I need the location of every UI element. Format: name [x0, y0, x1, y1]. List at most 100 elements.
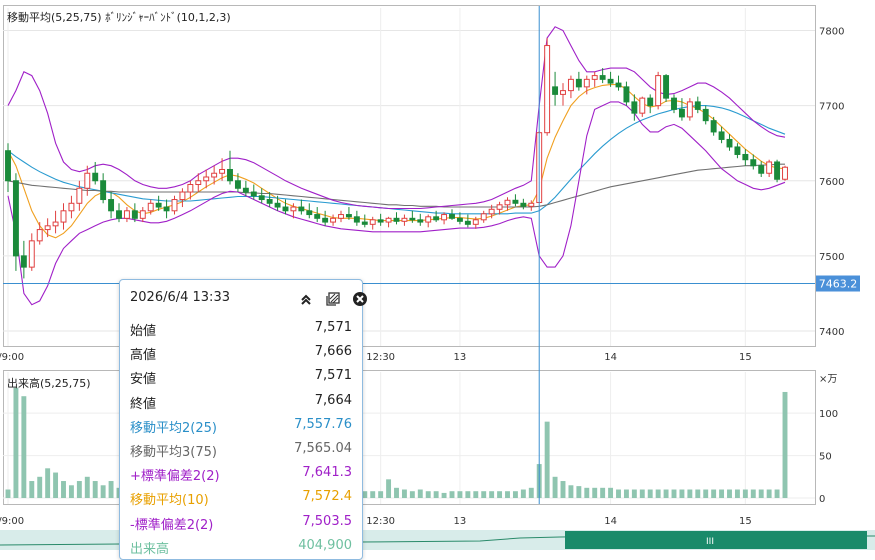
candle[interactable]	[663, 74, 670, 102]
candle[interactable]	[655, 71, 662, 110]
candle[interactable]	[68, 195, 75, 219]
volume-bar[interactable]	[21, 396, 27, 498]
volume-bar[interactable]	[552, 476, 558, 498]
volume-bar[interactable]	[29, 481, 35, 498]
candle[interactable]	[306, 203, 313, 219]
volume-bar[interactable]	[449, 491, 455, 498]
volume-bar[interactable]	[679, 489, 685, 498]
volume-bar[interactable]	[481, 491, 487, 498]
volume-bar[interactable]	[592, 487, 598, 498]
volume-bar[interactable]	[76, 481, 82, 498]
candle[interactable]	[623, 81, 630, 106]
volume-bar[interactable]	[647, 489, 653, 498]
candle[interactable]	[782, 165, 788, 181]
volume-bar[interactable]	[719, 489, 725, 498]
volume-bar[interactable]	[774, 489, 780, 498]
candle[interactable]	[552, 71, 559, 106]
volume-bar[interactable]	[703, 489, 709, 498]
volume-bar[interactable]	[520, 489, 526, 498]
candle[interactable]	[314, 207, 321, 223]
volume-bar[interactable]	[45, 468, 51, 498]
candle[interactable]	[449, 209, 455, 220]
candle[interactable]	[560, 83, 566, 106]
volume-bar[interactable]	[734, 489, 740, 498]
volume-bar[interactable]	[433, 491, 439, 498]
volume-bar[interactable]	[394, 487, 399, 498]
candle[interactable]	[766, 159, 773, 177]
volume-bar[interactable]	[386, 479, 392, 498]
stack-icon[interactable]	[325, 291, 341, 307]
candle[interactable]	[647, 94, 654, 114]
candle[interactable]	[179, 188, 186, 208]
volume-bar[interactable]	[663, 489, 669, 498]
volume-bar[interactable]	[560, 481, 566, 498]
candle[interactable]	[116, 203, 122, 223]
candle[interactable]	[139, 207, 146, 223]
candle[interactable]	[710, 116, 717, 136]
volume-bar[interactable]	[425, 491, 431, 498]
volume-bar[interactable]	[505, 491, 510, 498]
candle[interactable]	[353, 210, 360, 226]
candle[interactable]	[464, 214, 471, 228]
volume-bar[interactable]	[608, 487, 614, 498]
candle[interactable]	[575, 71, 582, 91]
volume-bar[interactable]	[631, 489, 637, 498]
candle[interactable]	[480, 210, 487, 223]
volume-bar[interactable]	[766, 489, 772, 498]
volume-bar[interactable]	[362, 491, 368, 498]
volume-bar[interactable]	[528, 487, 534, 498]
volume-bar[interactable]	[576, 486, 582, 498]
candle[interactable]	[242, 180, 249, 196]
candle[interactable]	[36, 222, 43, 245]
volume-bar[interactable]	[5, 489, 11, 498]
scroll-thumb[interactable]	[565, 531, 867, 549]
candle[interactable]	[330, 214, 337, 226]
candle[interactable]	[591, 71, 598, 87]
volume-bar[interactable]	[639, 489, 645, 498]
price-chart[interactable]	[5, 26, 788, 306]
candle[interactable]	[425, 214, 432, 228]
candle[interactable]	[702, 105, 709, 125]
candle[interactable]	[639, 96, 646, 117]
volume-bar[interactable]	[68, 485, 74, 498]
volume-bar[interactable]	[473, 491, 479, 498]
candle[interactable]	[322, 210, 329, 226]
candle[interactable]	[171, 195, 178, 215]
candle[interactable]	[20, 240, 27, 279]
volume-bar[interactable]	[568, 485, 574, 498]
candle[interactable]	[338, 210, 344, 223]
volume-bar[interactable]	[13, 387, 19, 498]
volume-bar[interactable]	[489, 491, 495, 498]
scroll-thumb-grip[interactable]: III	[706, 537, 714, 547]
candle[interactable]	[385, 216, 392, 228]
volume-bar[interactable]	[616, 489, 621, 498]
collapse-chevrons-icon[interactable]	[298, 291, 314, 307]
volume-bar[interactable]	[108, 481, 114, 498]
volume-bar[interactable]	[600, 487, 606, 498]
close-icon[interactable]	[352, 291, 368, 307]
candle[interactable]	[163, 199, 170, 219]
candle[interactable]	[393, 212, 400, 225]
volume-bar[interactable]	[370, 491, 376, 498]
candle[interactable]	[361, 214, 368, 228]
volume-bar[interactable]	[655, 489, 661, 498]
volume-bar[interactable]	[758, 489, 764, 498]
candle[interactable]	[44, 218, 51, 238]
candle[interactable]	[758, 161, 765, 177]
candle[interactable]	[60, 203, 67, 230]
volume-bar[interactable]	[441, 492, 447, 498]
volume-bar[interactable]	[401, 489, 407, 498]
candle[interactable]	[377, 213, 384, 226]
volume-bar[interactable]	[584, 487, 590, 498]
candle[interactable]	[298, 199, 305, 215]
candle[interactable]	[12, 173, 19, 271]
volume-bar[interactable]	[417, 489, 423, 498]
volume-bar[interactable]	[92, 481, 98, 498]
volume-bar[interactable]	[409, 491, 415, 498]
candle[interactable]	[726, 134, 733, 151]
volume-bar[interactable]	[53, 472, 59, 498]
volume-bar[interactable]	[512, 491, 518, 498]
volume-bar[interactable]	[742, 489, 748, 498]
volume-bar[interactable]	[84, 476, 90, 498]
volume-bar[interactable]	[457, 491, 463, 498]
